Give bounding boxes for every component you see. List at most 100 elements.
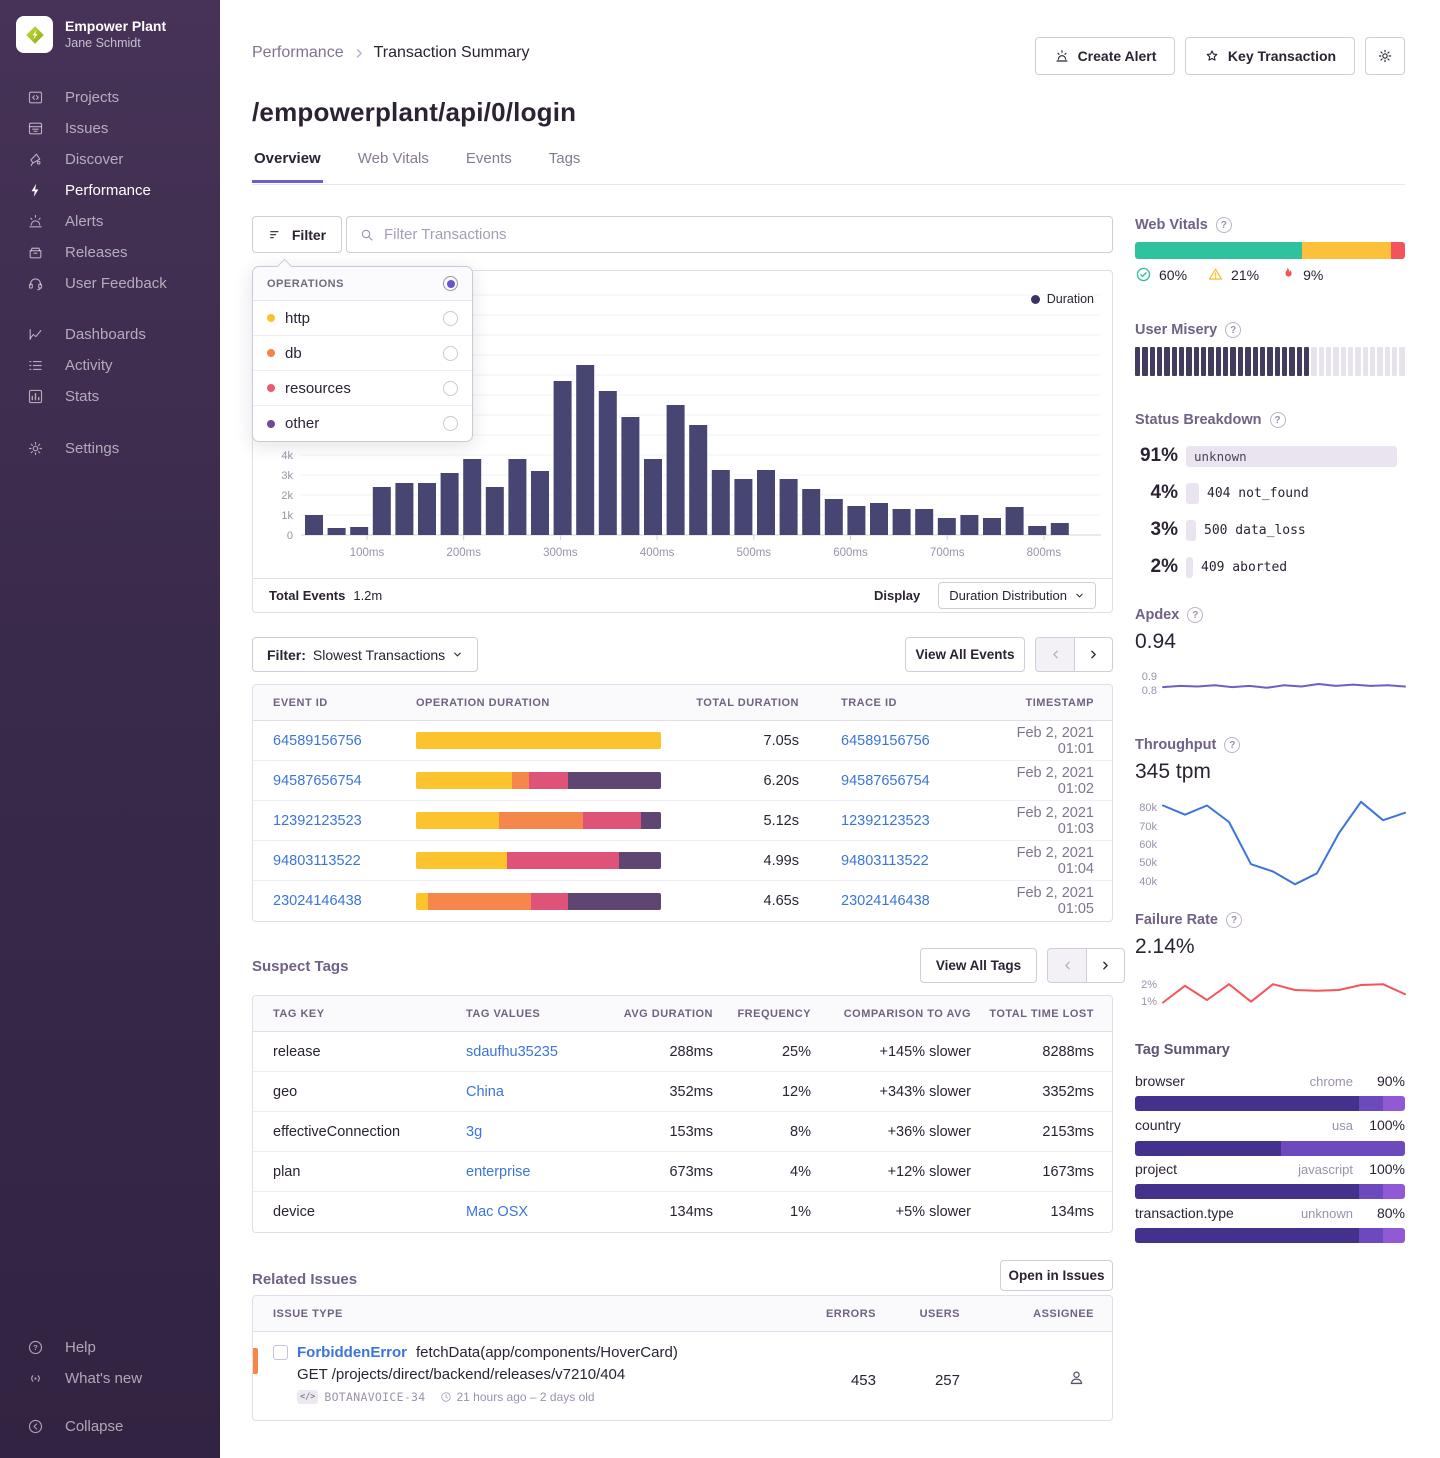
sidebar-item-user-feedback[interactable]: User Feedback [0, 268, 220, 299]
tab-overview[interactable]: Overview [252, 150, 323, 183]
help-circle-icon[interactable]: ? [1224, 737, 1240, 753]
sidebar-item-settings[interactable]: Settings [0, 433, 220, 464]
event-id-link[interactable]: 64589156756 [273, 733, 416, 749]
help-circle-icon[interactable]: ? [1226, 912, 1242, 928]
event-id-link[interactable]: 94587656754 [273, 773, 416, 789]
col-trace-id: TRACE ID [799, 697, 979, 709]
discover-icon [27, 151, 44, 168]
sidebar-item-issues[interactable]: Issues [0, 113, 220, 144]
chart-legend[interactable]: Duration [1031, 292, 1094, 306]
web-vitals-legend: 60% 21% 9% [1135, 266, 1323, 283]
sidebar-item-help[interactable]: ? Help [0, 1332, 220, 1363]
broadcast-icon [27, 1370, 44, 1387]
tag-value-link[interactable]: sdaufhu35235 [466, 1044, 613, 1060]
assignee-icon[interactable] [1067, 1368, 1086, 1387]
tab-events[interactable]: Events [464, 150, 514, 183]
event-id-link[interactable]: 23024146438 [273, 893, 416, 909]
key-transaction-button[interactable]: Key Transaction [1185, 37, 1355, 75]
create-alert-button[interactable]: Create Alert [1035, 37, 1175, 75]
sidebar-item-whats-new[interactable]: What's new [0, 1363, 220, 1394]
db-radio[interactable] [443, 346, 458, 361]
histogram-bar [531, 471, 549, 535]
breadcrumb-performance[interactable]: Performance [252, 44, 344, 62]
timestamp-value: Feb 2, 2021 01:03 [979, 805, 1094, 837]
tag-value-link[interactable]: 3g [466, 1124, 613, 1140]
sidebar-item-releases[interactable]: Releases [0, 237, 220, 268]
misery-segment [1326, 347, 1331, 376]
operation-option-other[interactable]: other [253, 406, 472, 441]
operation-option-http[interactable]: http [253, 301, 472, 336]
events-table-header: EVENT ID OPERATION DURATION TOTAL DURATI… [253, 685, 1112, 721]
comparison: +12% slower [811, 1164, 971, 1180]
tag-summary-key: country [1135, 1117, 1332, 1133]
filter-button[interactable]: Filter [252, 216, 342, 253]
trace-id-link[interactable]: 23024146438 [799, 893, 979, 909]
other-radio[interactable] [443, 416, 458, 431]
display-dropdown[interactable]: Duration Distribution [938, 582, 1096, 609]
search-input[interactable] [384, 226, 1100, 243]
help-circle-icon[interactable]: ? [1225, 322, 1241, 338]
tag-value-link[interactable]: enterprise [466, 1164, 613, 1180]
http-radio[interactable] [443, 311, 458, 326]
histogram-bar [350, 527, 368, 535]
previous-page-button[interactable] [1035, 637, 1074, 672]
sidebar-item-label: What's new [65, 1370, 142, 1387]
tab-web-vitals[interactable]: Web Vitals [356, 150, 431, 183]
tag-summary-pct: 100% [1365, 1117, 1405, 1133]
open-in-issues-button[interactable]: Open in Issues [1000, 1260, 1113, 1291]
page-settings-button[interactable] [1365, 37, 1405, 75]
operations-all-radio[interactable] [443, 276, 458, 291]
trace-id-link[interactable]: 94803113522 [799, 853, 979, 869]
trace-id-link[interactable]: 12392123523 [799, 813, 979, 829]
events-filter-value: Slowest Transactions [313, 647, 445, 663]
sidebar-item-alerts[interactable]: Alerts [0, 206, 220, 237]
view-all-tags-button[interactable]: View All Tags [920, 948, 1037, 983]
view-all-events-button[interactable]: View All Events [905, 637, 1025, 672]
misery-segment [1194, 347, 1199, 376]
help-circle-icon[interactable]: ? [1270, 412, 1286, 428]
trace-id-link[interactable]: 64589156756 [799, 733, 979, 749]
tab-bar: Overview Web Vitals Events Tags [252, 150, 582, 183]
issue-short-id[interactable]: </> BOTANAVOICE-34 [297, 1390, 426, 1404]
sidebar-item-activity[interactable]: Activity [0, 350, 220, 381]
chevron-right-icon [352, 46, 366, 60]
histogram-bar [486, 487, 504, 535]
operation-option-db[interactable]: db [253, 336, 472, 371]
svg-text:1k: 1k [281, 510, 293, 522]
next-page-button[interactable] [1074, 637, 1113, 672]
throughput-value: 345 tpm [1135, 760, 1211, 784]
org-switcher[interactable]: Empower Plant Jane Schmidt [16, 16, 166, 53]
related-issues-table: ISSUE TYPE ERRORS USERS ASSIGNEE Forbidd… [252, 1295, 1113, 1421]
issue-type-link[interactable]: ForbiddenError [297, 1344, 407, 1361]
next-page-button[interactable] [1086, 948, 1125, 983]
vitals-poor: 9% [1279, 266, 1323, 283]
sidebar-item-performance[interactable]: Performance [0, 175, 220, 206]
tag-value-link[interactable]: China [466, 1084, 613, 1100]
event-id-link[interactable]: 12392123523 [273, 813, 416, 829]
event-id-link[interactable]: 94803113522 [273, 853, 416, 869]
tag-value-link[interactable]: Mac OSX [466, 1204, 613, 1220]
sidebar-collapse-button[interactable]: Collapse [0, 1411, 220, 1442]
misery-segment [1179, 347, 1184, 376]
trace-id-link[interactable]: 94587656754 [799, 773, 979, 789]
operation-option-resources[interactable]: resources [253, 371, 472, 406]
issue-checkbox[interactable] [273, 1345, 288, 1360]
apdex-sparkline-chart [1163, 674, 1405, 694]
tab-tags[interactable]: Tags [547, 150, 583, 183]
previous-page-button[interactable] [1047, 948, 1086, 983]
events-filter-dropdown[interactable]: Filter: Slowest Transactions [252, 637, 478, 672]
resources-radio[interactable] [443, 381, 458, 396]
misery-segment [1370, 347, 1375, 376]
apdex-tick: 0.9 [1133, 671, 1157, 683]
histogram-bar [870, 503, 888, 535]
sidebar-item-discover[interactable]: Discover [0, 144, 220, 175]
help-circle-icon[interactable]: ? [1187, 607, 1203, 623]
operations-dropdown-header[interactable]: OPERATIONS [253, 267, 472, 301]
help-circle-icon[interactable]: ? [1216, 217, 1232, 233]
sidebar-item-projects[interactable]: Projects [0, 82, 220, 113]
apdex-tick: 0.8 [1133, 685, 1157, 697]
chevron-right-icon [1099, 959, 1112, 972]
sidebar-item-dashboards[interactable]: Dashboards [0, 319, 220, 350]
throughput-title-row: Throughput ? [1135, 737, 1240, 753]
sidebar-item-stats[interactable]: Stats [0, 381, 220, 412]
